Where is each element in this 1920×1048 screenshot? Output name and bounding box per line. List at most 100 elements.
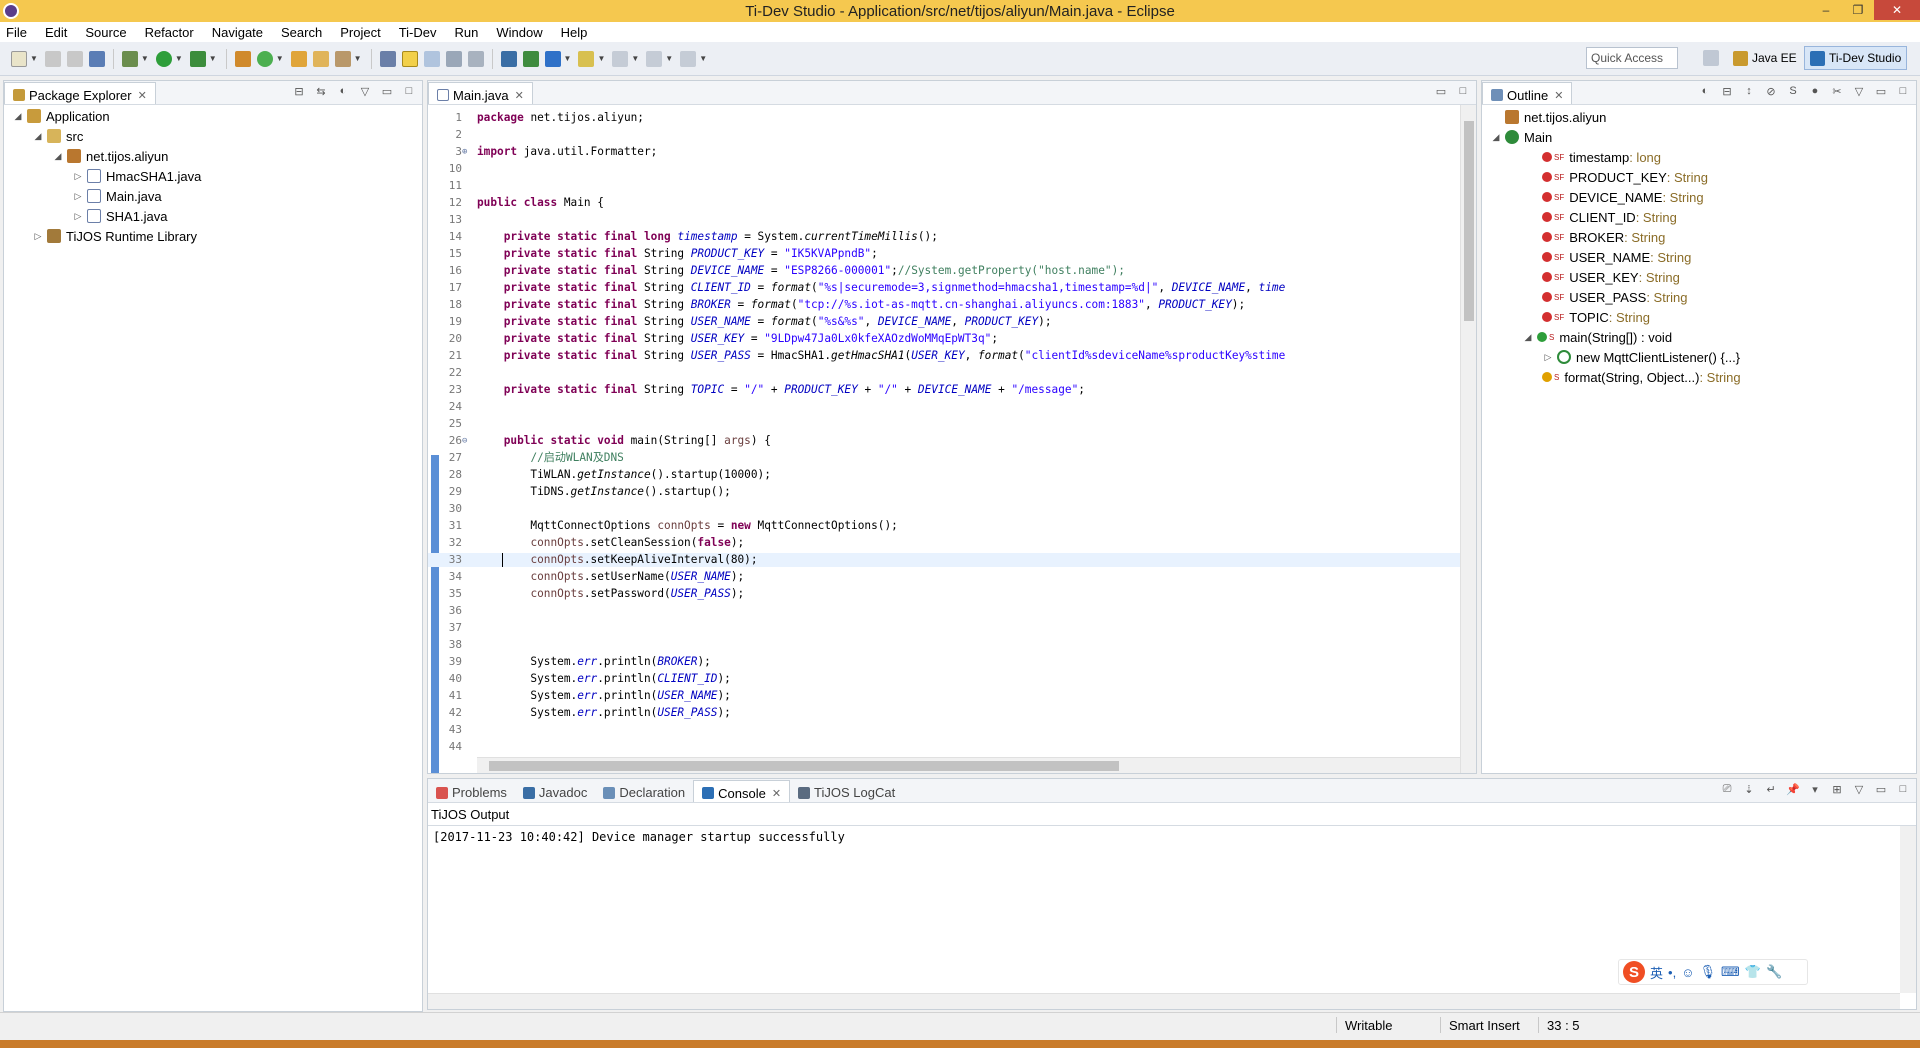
back-dropdown-icon[interactable]: ▼	[665, 54, 673, 63]
collapse-all-icon[interactable]: ⊟	[1720, 85, 1734, 98]
maximize-icon[interactable]: □	[402, 85, 416, 98]
menu-help[interactable]: Help	[561, 25, 588, 40]
search-dropdown-icon[interactable]: ▼	[354, 54, 362, 63]
outline-field[interactable]: SF USER_PASS : String	[1542, 289, 1688, 305]
expand-toggle-icon[interactable]: ◢	[1490, 132, 1502, 143]
clear-console-icon[interactable]: ⎚	[1720, 783, 1734, 796]
debug-dropdown-icon[interactable]: ▼	[141, 54, 149, 63]
forward-dropdown-icon[interactable]: ▼	[699, 54, 707, 63]
open-folder-icon[interactable]	[290, 50, 307, 67]
open-perspective-icon[interactable]	[1703, 50, 1719, 66]
eclipse-icon[interactable]	[3, 3, 19, 19]
code-line[interactable]: 25	[428, 417, 1460, 431]
tab-console[interactable]: Console ✕	[693, 780, 791, 802]
tab-javadoc[interactable]: Javadoc	[515, 780, 595, 802]
code-line[interactable]: 11	[428, 179, 1460, 193]
hide-nonpublic-icon[interactable]: ●	[1808, 85, 1822, 98]
expand-toggle-icon[interactable]: ▷	[72, 191, 84, 202]
code-line[interactable]: 37	[428, 621, 1460, 635]
code-line[interactable]: 30	[428, 502, 1460, 516]
menu-window[interactable]: Window	[496, 25, 542, 40]
tree-item-src[interactable]: ◢ src	[32, 127, 84, 145]
code-line[interactable]: 17 private static final String CLIENT_ID…	[428, 281, 1460, 295]
outline-method-main[interactable]: ◢ Smain(String[]) : void	[1522, 329, 1673, 345]
scroll-thumb[interactable]	[1464, 121, 1474, 321]
open-type-icon[interactable]	[88, 50, 105, 67]
close-icon[interactable]: ✕	[138, 89, 147, 102]
code-line[interactable]: 32 connOpts.setCleanSession(false);	[428, 536, 1460, 550]
code-line[interactable]: 38	[428, 638, 1460, 652]
outline-field[interactable]: SF CLIENT_ID : String	[1542, 209, 1677, 225]
maximize-button[interactable]: ❐	[1842, 0, 1874, 20]
code-line[interactable]: 40 System.err.println(CLIENT_ID);	[428, 672, 1460, 686]
maximize-icon[interactable]: □	[1896, 85, 1910, 98]
code-line[interactable]: 2	[428, 128, 1460, 142]
keyboard-icon[interactable]: ⌨	[1721, 964, 1740, 980]
next-annotation-icon[interactable]	[578, 50, 595, 67]
code-line[interactable]: 20 private static final String USER_KEY …	[428, 332, 1460, 346]
display-console-icon[interactable]: ▾	[1808, 783, 1822, 796]
tree-item-package[interactable]: ◢ net.tijos.aliyun	[52, 147, 169, 165]
run-dropdown-icon[interactable]: ▼	[175, 54, 183, 63]
new-class-dropdown-icon[interactable]: ▼	[276, 54, 284, 63]
code-line[interactable]: 18 private static final String BROKER = …	[428, 298, 1460, 312]
close-icon[interactable]: ✕	[772, 787, 781, 800]
toggle-breadcrumb-icon[interactable]	[379, 50, 396, 67]
scroll-lock-icon[interactable]: ⇣	[1742, 783, 1756, 796]
code-editor[interactable]: 1 package net.tijos.aliyun; 2 3 ⊕ import java…	[428, 105, 1476, 773]
fold-toggle-icon[interactable]: ⊖	[462, 434, 467, 448]
code-line[interactable]: 36	[428, 604, 1460, 618]
expand-toggle-icon[interactable]: ▷	[32, 231, 44, 242]
show-pilcrow-icon[interactable]	[467, 50, 484, 67]
minimize-icon[interactable]: ▭	[1434, 85, 1448, 98]
code-line[interactable]: 12 public class Main {	[428, 196, 1460, 210]
hide-fields-icon[interactable]: ⊘	[1764, 85, 1778, 98]
code-line[interactable]: 15 private static final String PRODUCT_K…	[428, 247, 1460, 261]
focus-icon[interactable]: ◐	[1698, 85, 1712, 98]
code-line[interactable]: 14 private static final long timestamp =…	[428, 230, 1460, 244]
minimize-icon[interactable]: ▭	[1874, 783, 1888, 796]
outline-anonymous-class[interactable]: ▷ new MqttClientListener() {...}	[1542, 349, 1741, 365]
debug-icon[interactable]	[121, 50, 138, 67]
code-line[interactable]: 10	[428, 162, 1460, 176]
view-menu-icon[interactable]: ▽	[1852, 85, 1866, 98]
outline-method-format[interactable]: Sformat(String, Object...) : String	[1542, 369, 1741, 385]
tijos-wifi-icon[interactable]	[522, 50, 539, 67]
emoji-icon[interactable]: ☺	[1681, 965, 1694, 980]
code-line[interactable]: 33 connOpts.setKeepAliveInterval(80);	[428, 553, 1460, 567]
outline-class-main[interactable]: ◢ Main	[1490, 129, 1553, 145]
minimize-button[interactable]: –	[1810, 0, 1842, 20]
minimize-icon[interactable]: ▭	[1874, 85, 1888, 98]
search-icon[interactable]	[334, 50, 351, 67]
expand-toggle-icon[interactable]: ▷	[72, 211, 84, 222]
punctuation-icon[interactable]: •,	[1668, 965, 1676, 980]
menu-edit[interactable]: Edit	[45, 25, 67, 40]
menu-navigate[interactable]: Navigate	[212, 25, 263, 40]
expand-toggle-icon[interactable]: ◢	[1522, 332, 1534, 343]
hide-local-types-icon[interactable]: ✂	[1830, 85, 1844, 98]
outline-field[interactable]: SF USER_KEY : String	[1542, 269, 1680, 285]
word-wrap-icon[interactable]: ↵	[1764, 783, 1778, 796]
perspective-java-ee[interactable]: Java EE	[1728, 46, 1802, 70]
outline-field[interactable]: SF timestamp : long	[1542, 149, 1661, 165]
link-editor-icon[interactable]: ⇆	[314, 85, 328, 98]
fold-toggle-icon[interactable]: ⊕	[462, 145, 467, 159]
code-line[interactable]: 21 private static final String USER_PASS…	[428, 349, 1460, 363]
code-line[interactable]: 42 System.err.println(USER_PASS);	[428, 706, 1460, 720]
ime-toolbar[interactable]: S 英 •, ☺ 🎙 ⌨ 👕 🔧	[1618, 959, 1808, 985]
minimize-icon[interactable]: ▭	[380, 85, 394, 98]
sort-icon[interactable]: ↕	[1742, 85, 1756, 98]
new-class-icon[interactable]	[256, 50, 273, 67]
expand-toggle-icon[interactable]: ▷	[1542, 352, 1554, 363]
code-line[interactable]: 31 MqttConnectOptions connOpts = new Mqt…	[428, 519, 1460, 533]
view-menu-icon[interactable]: ▽	[1852, 783, 1866, 796]
close-icon[interactable]: ✕	[1554, 89, 1563, 102]
code-line[interactable]: 3 ⊕ import java.util.Formatter;	[428, 145, 1460, 159]
maximize-icon[interactable]: □	[1896, 783, 1910, 796]
run-icon[interactable]	[155, 50, 172, 67]
code-line[interactable]: 35 connOpts.setPassword(USER_PASS);	[428, 587, 1460, 601]
code-line[interactable]: 23 private static final String TOPIC = "…	[428, 383, 1460, 397]
new-package-icon[interactable]	[234, 50, 251, 67]
code-line[interactable]: 34 connOpts.setUserName(USER_NAME);	[428, 570, 1460, 584]
code-line[interactable]: 19 private static final String USER_NAME…	[428, 315, 1460, 329]
